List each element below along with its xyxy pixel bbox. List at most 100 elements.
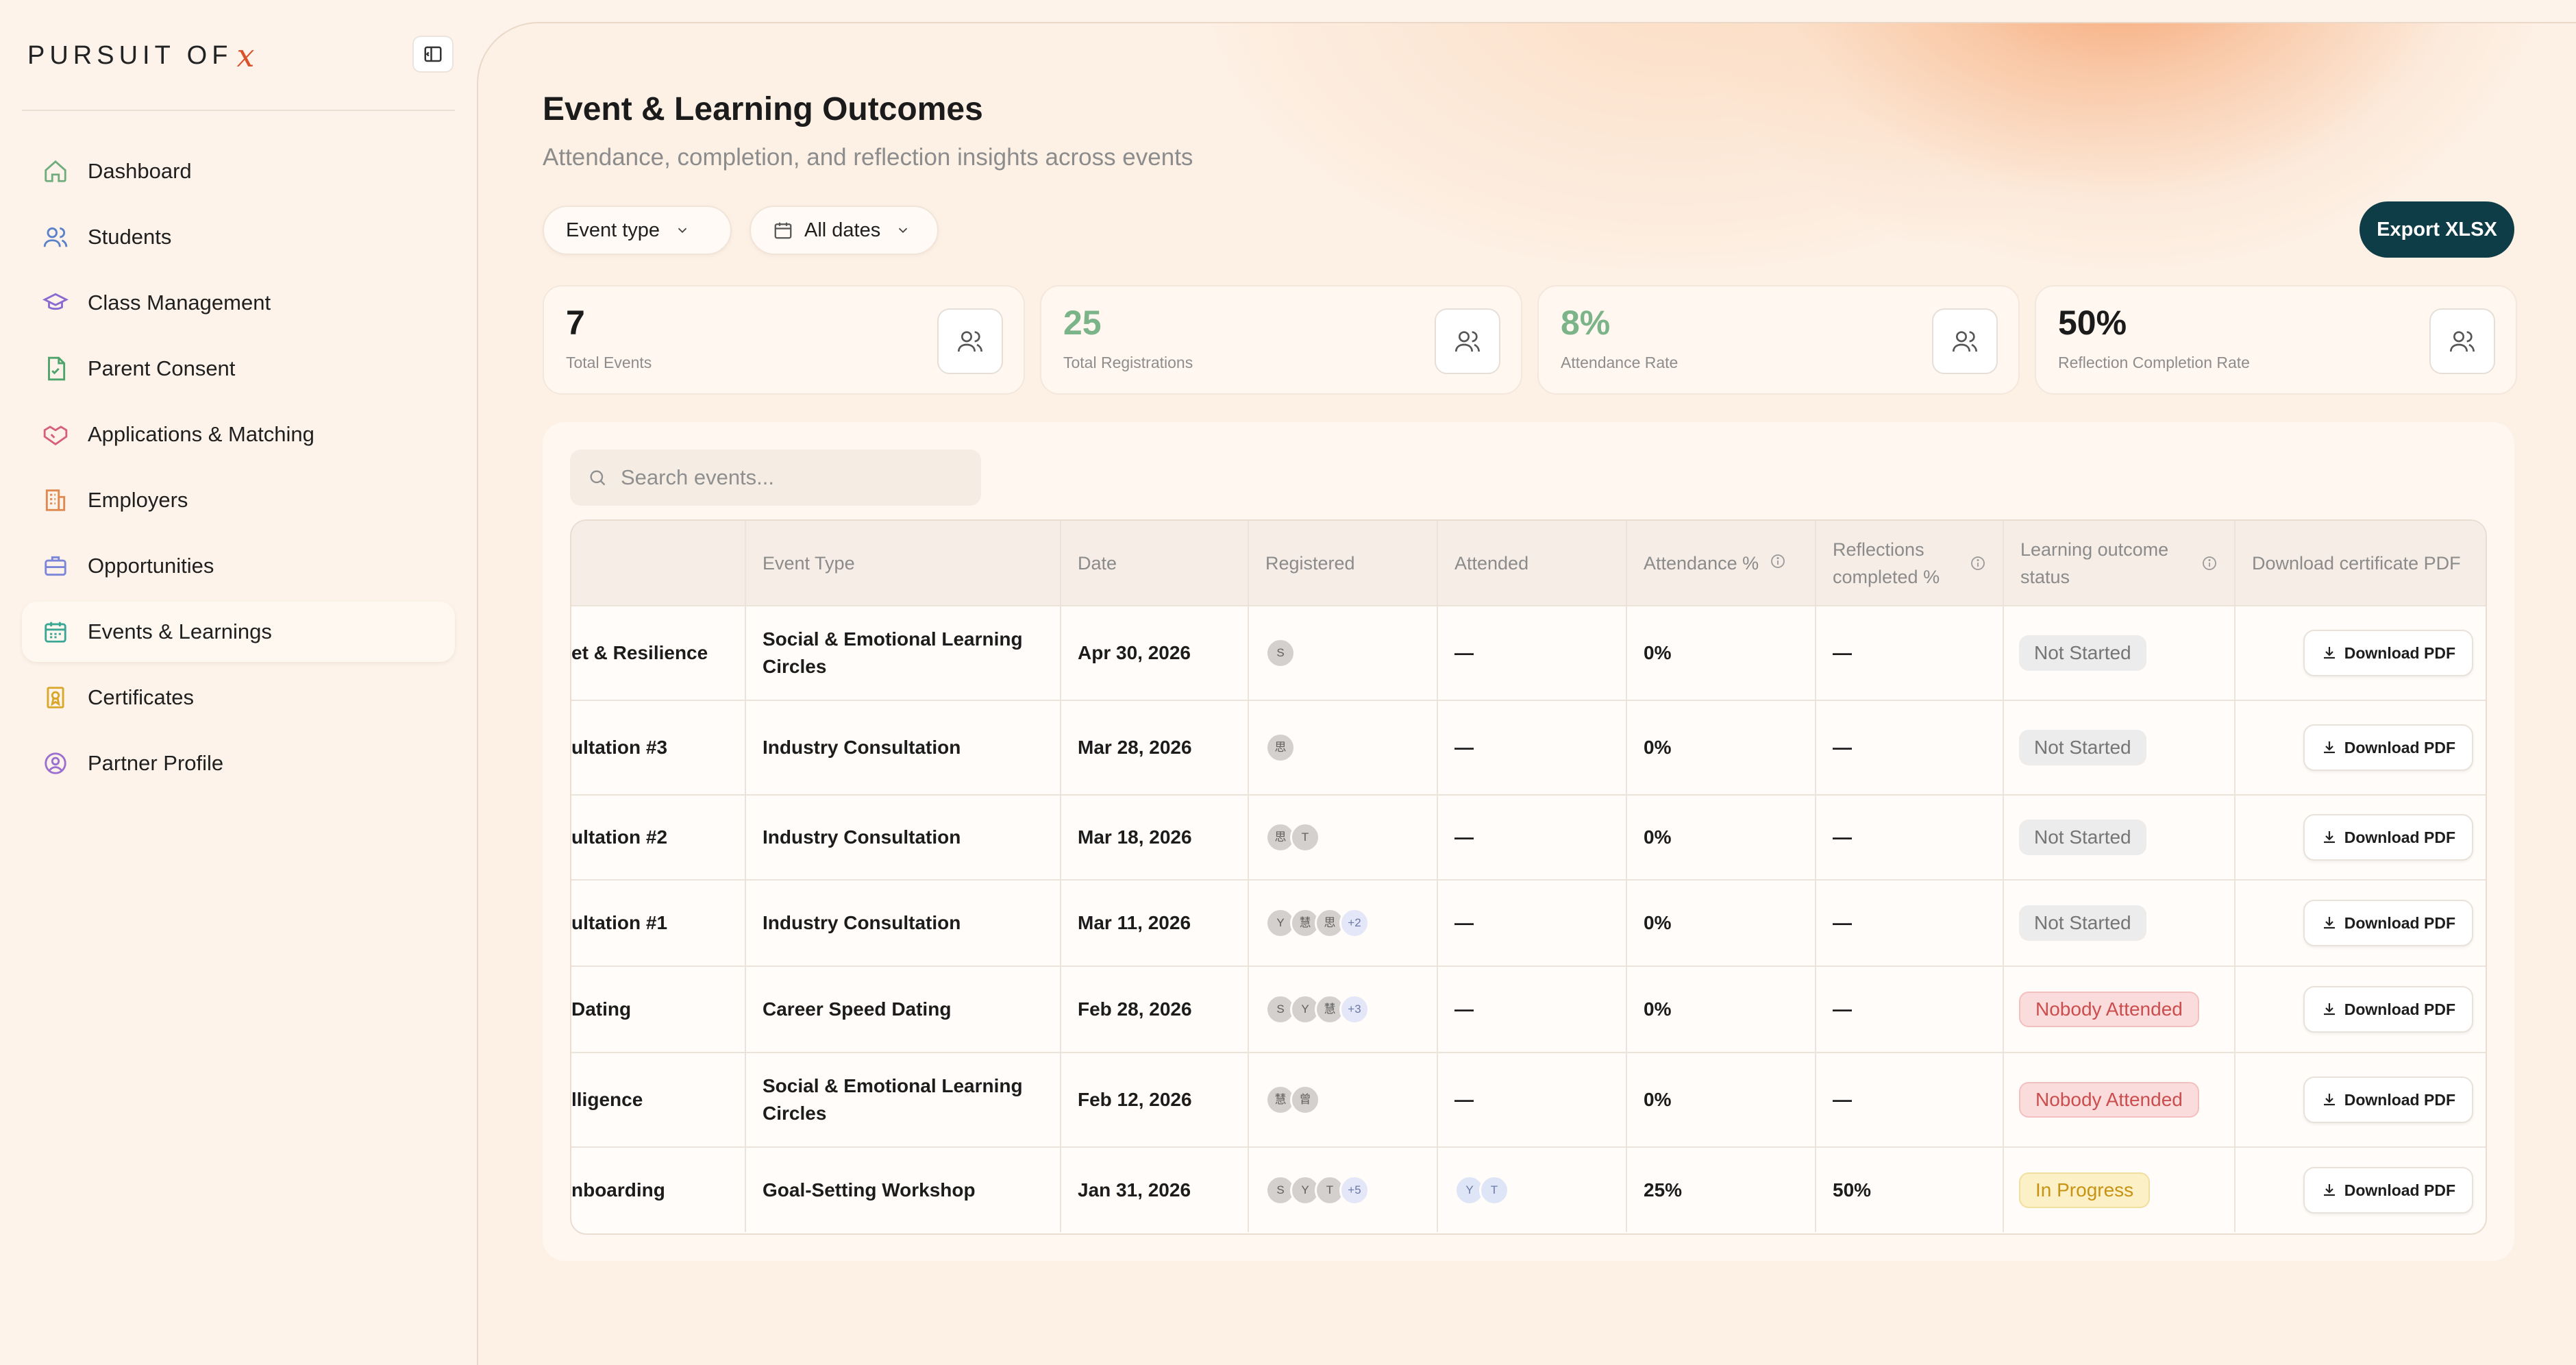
sidebar-item-label: Certificates bbox=[88, 685, 195, 709]
status-badge: Nobody Attended bbox=[2019, 1082, 2199, 1118]
event-type-filter[interactable]: Event type bbox=[543, 206, 732, 255]
event-name-cell[interactable]: Dating bbox=[571, 966, 746, 1053]
download-pdf-button[interactable]: Download PDF bbox=[2303, 1166, 2473, 1214]
avatar[interactable]: T bbox=[1290, 822, 1320, 852]
collapse-sidebar-button[interactable] bbox=[412, 36, 454, 73]
registered-avatars: Y 慧思 +2 bbox=[1265, 908, 1420, 938]
search-icon bbox=[590, 470, 606, 486]
avatar[interactable]: T bbox=[1479, 1175, 1509, 1205]
date-filter[interactable]: All dates bbox=[750, 206, 939, 255]
users-icon bbox=[42, 224, 69, 250]
column-header-download[interactable]: Download certificate PDF bbox=[2235, 521, 2486, 606]
column-header-date[interactable]: Date bbox=[1061, 521, 1249, 606]
sidebar-item-opportunities[interactable]: Opportunities bbox=[22, 536, 455, 596]
sidebar-item-applications[interactable]: Applications & Matching bbox=[22, 404, 455, 465]
event-name: lligence bbox=[571, 1089, 643, 1110]
download-pdf-button[interactable]: Download PDF bbox=[2303, 1077, 2473, 1123]
column-header-attendance-pct[interactable]: Attendance % bbox=[1626, 521, 1816, 606]
sidebar-item-dashboard[interactable]: Dashboard bbox=[22, 141, 455, 201]
event-type-cell: Industry Consultation bbox=[745, 794, 1061, 880]
status-cell: Not Started bbox=[2003, 700, 2236, 795]
sidebar-item-label: Partner Profile bbox=[88, 751, 224, 775]
date-cell: Mar 11, 2026 bbox=[1061, 879, 1249, 966]
stat-value: 50% bbox=[2058, 304, 2127, 342]
attendance-pct-cell: 0% bbox=[1626, 879, 1816, 966]
users-icon bbox=[1435, 308, 1500, 374]
download-pdf-button[interactable]: Download PDF bbox=[2303, 986, 2473, 1033]
sidebar-item-certificates[interactable]: Certificates bbox=[22, 667, 455, 728]
download-cell: Download PDF bbox=[2235, 794, 2486, 880]
sidebar-item-parent-consent[interactable]: Parent Consent bbox=[22, 339, 455, 399]
avatar[interactable]: 曾 bbox=[1290, 1085, 1320, 1115]
brand-mark: x bbox=[236, 37, 255, 74]
reflections-cell: 50% bbox=[1816, 1146, 2004, 1232]
sidebar-item-employers[interactable]: Employers bbox=[22, 470, 455, 530]
download-pdf-button[interactable]: Download PDF bbox=[2303, 814, 2473, 861]
table-row[interactable]: nboarding Goal-Setting Workshop Jan 31, 20… bbox=[571, 1146, 2486, 1232]
table-row[interactable]: Dating Career Speed Dating Feb 28, 2026 S Y 慧… bbox=[571, 966, 2486, 1053]
attended-value: — bbox=[1454, 998, 1474, 1020]
table-row[interactable]: ultation #2 Industry Consultation Mar 18, … bbox=[571, 794, 2486, 880]
info-icon[interactable] bbox=[2201, 555, 2218, 571]
event-name-cell[interactable]: ultation #1 bbox=[571, 879, 746, 966]
event-name: ultation #1 bbox=[571, 912, 668, 933]
export-xlsx-button[interactable]: Export XLSX bbox=[2360, 201, 2514, 258]
table-body: et & Resilience Social & Emotional Learni… bbox=[571, 605, 2486, 1232]
download-pdf-button[interactable]: Download PDF bbox=[2303, 724, 2473, 771]
brand-logo[interactable]: PURSUIT OF x bbox=[27, 37, 255, 74]
events-table-panel: Event Type Date Registered Attended Atte… bbox=[543, 422, 2514, 1261]
column-header-registered[interactable]: Registered bbox=[1248, 521, 1438, 606]
page-title: Event & Learning Outcomes bbox=[543, 91, 983, 127]
info-icon[interactable] bbox=[1770, 553, 1786, 569]
download-pdf-button[interactable]: Download PDF bbox=[2303, 630, 2473, 676]
avatar[interactable]: 思 bbox=[1265, 733, 1296, 763]
attendance-pct-cell: 0% bbox=[1626, 966, 1816, 1053]
table-row[interactable]: et & Resilience Social & Emotional Learni… bbox=[571, 605, 2486, 700]
sidebar-item-label: Parent Consent bbox=[88, 356, 236, 380]
avatar[interactable]: +3 bbox=[1339, 994, 1370, 1024]
briefcase-icon bbox=[42, 553, 69, 579]
reflections-cell: — bbox=[1816, 966, 2004, 1053]
avatar[interactable]: +2 bbox=[1339, 908, 1370, 938]
table-row[interactable]: ultation #3 Industry Consultation Mar 28, … bbox=[571, 700, 2486, 795]
avatar[interactable]: +5 bbox=[1339, 1175, 1370, 1205]
download-icon bbox=[2323, 917, 2335, 929]
attended-cell: — bbox=[1437, 1052, 1627, 1147]
registered-cell: 思 bbox=[1248, 700, 1438, 795]
calendar-icon bbox=[42, 619, 69, 645]
column-header-label: Learning outcome status bbox=[2020, 539, 2169, 587]
stat-card-attendance-rate: 8% Attendance Rate bbox=[1537, 285, 2020, 395]
sidebar-item-partner-profile[interactable]: Partner Profile bbox=[22, 733, 455, 794]
column-header-event-name[interactable] bbox=[571, 521, 746, 606]
status-cell: Nobody Attended bbox=[2003, 1052, 2236, 1147]
status-badge: Nobody Attended bbox=[2019, 992, 2199, 1027]
event-name-cell[interactable]: et & Resilience bbox=[571, 605, 746, 700]
info-icon[interactable] bbox=[1970, 555, 1986, 571]
stat-card-total-registrations: 25 Total Registrations bbox=[1040, 285, 1522, 395]
column-header-reflections[interactable]: Reflections completed % bbox=[1816, 521, 2004, 606]
event-name-cell[interactable]: ultation #3 bbox=[571, 700, 746, 795]
reflections-cell: — bbox=[1816, 1052, 2004, 1147]
registered-avatars: S Y 慧 +3 bbox=[1265, 994, 1420, 1024]
avatar[interactable]: S bbox=[1265, 638, 1296, 668]
search-input[interactable] bbox=[619, 465, 962, 491]
registered-avatars: 思T bbox=[1265, 822, 1420, 852]
download-pdf-label: Download PDF bbox=[2344, 644, 2455, 662]
sidebar-item-class-management[interactable]: Class Management bbox=[22, 273, 455, 333]
event-name-cell[interactable]: lligence bbox=[571, 1052, 746, 1147]
status-badge: Not Started bbox=[2019, 905, 2146, 941]
sidebar-item-events[interactable]: Events & Learnings bbox=[22, 602, 455, 662]
table-row[interactable]: lligence Social & Emotional Learning Circ… bbox=[571, 1052, 2486, 1147]
sidebar-item-students[interactable]: Students bbox=[22, 207, 455, 267]
event-name-cell[interactable]: ultation #2 bbox=[571, 794, 746, 880]
event-name-cell[interactable]: nboarding bbox=[571, 1146, 746, 1232]
column-header-status[interactable]: Learning outcome status bbox=[2003, 521, 2236, 606]
search-box[interactable] bbox=[570, 450, 981, 506]
download-pdf-button[interactable]: Download PDF bbox=[2303, 900, 2473, 946]
column-header-event-type[interactable]: Event Type bbox=[745, 521, 1061, 606]
user-circle-icon bbox=[42, 750, 69, 776]
table-row[interactable]: ultation #1 Industry Consultation Mar 11, … bbox=[571, 879, 2486, 966]
award-icon bbox=[42, 685, 69, 711]
column-header-attended[interactable]: Attended bbox=[1437, 521, 1627, 606]
chevron-down-icon bbox=[895, 223, 911, 238]
